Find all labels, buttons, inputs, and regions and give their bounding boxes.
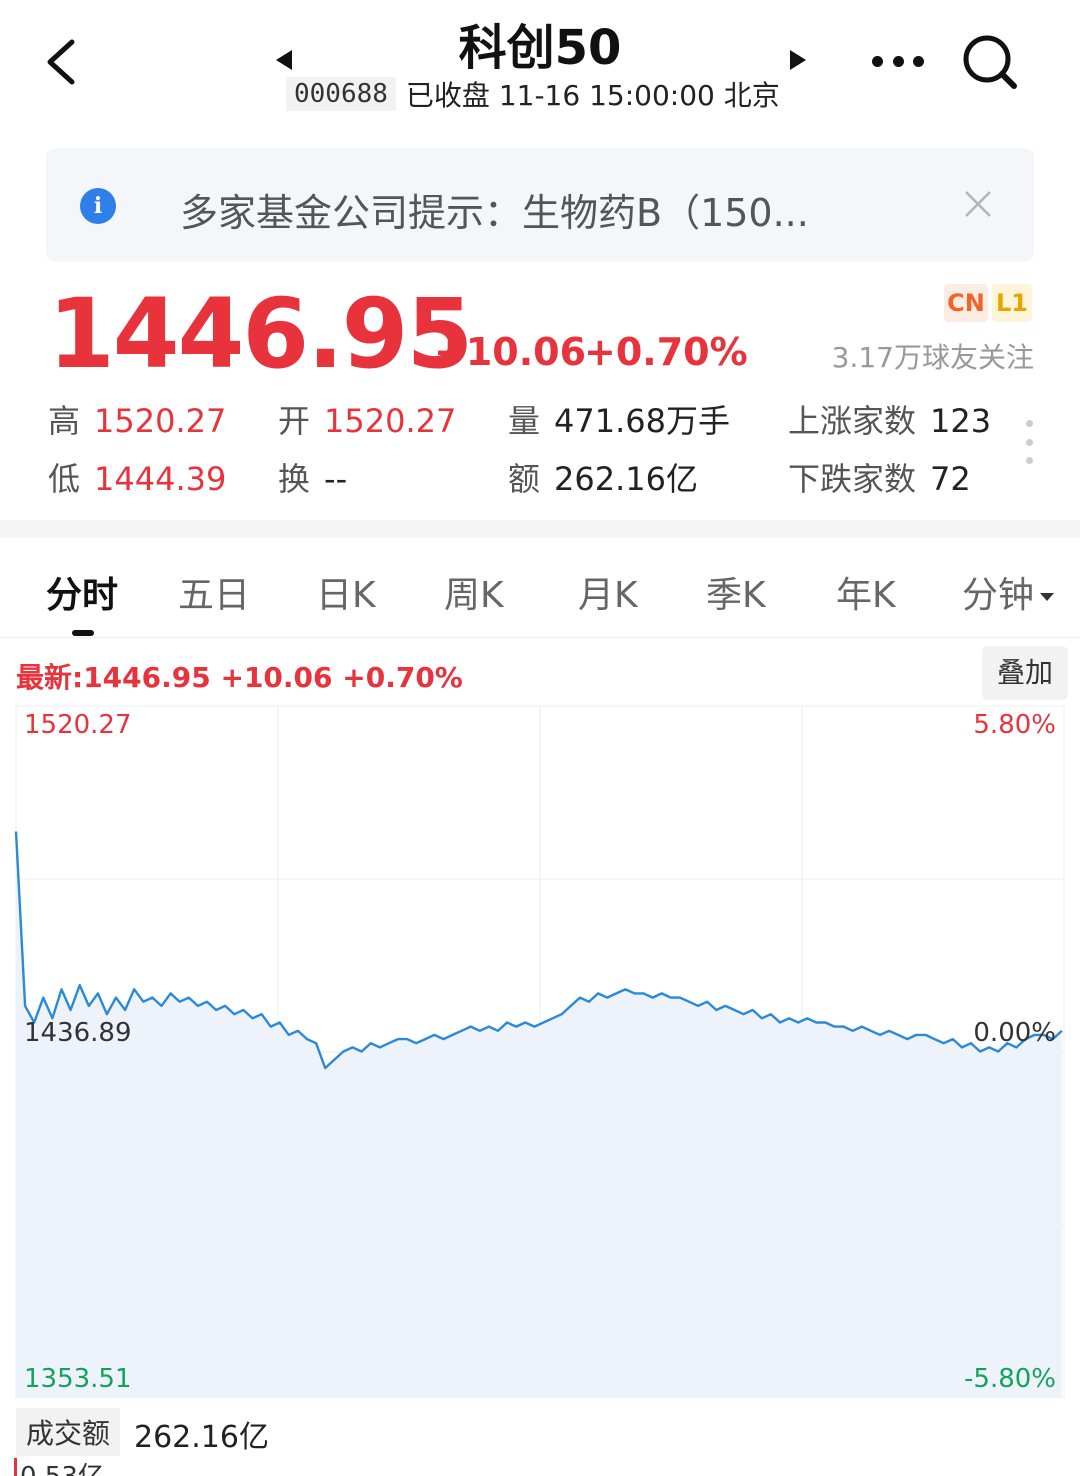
stat-volume: 量 471.68万手 <box>508 402 730 440</box>
tab-monthly-k[interactable]: 月K <box>578 566 638 618</box>
expand-stats-icon[interactable] <box>1024 420 1034 464</box>
overlay-button[interactable]: 叠加 <box>982 646 1068 700</box>
stock-code: 000688 <box>286 77 396 111</box>
y-axis-min-pct-label: -5.80% <box>964 1364 1056 1394</box>
close-icon[interactable] <box>960 186 996 222</box>
next-stock-arrow-icon[interactable] <box>790 50 806 70</box>
tab-yearly-k[interactable]: 年K <box>836 566 896 618</box>
tab-quarterly-k[interactable]: 季K <box>706 566 766 618</box>
tab-minute[interactable]: 分钟 <box>962 566 1055 618</box>
previous-stock-arrow-icon[interactable] <box>276 50 292 70</box>
active-tab-indicator <box>72 630 94 636</box>
notice-text[interactable]: 多家基金公司提示：生物药B（150... <box>180 182 809 237</box>
turnover-tag[interactable]: 成交额 <box>16 1408 121 1456</box>
y-axis-base-pct-label: 0.00% <box>973 1018 1056 1048</box>
stat-high: 高 1520.27 <box>48 402 227 440</box>
volume-chart-strip <box>0 1454 1080 1476</box>
market-status: 已收盘 11-16 15:00:00 北京 <box>405 79 780 112</box>
y-axis-max-pct-label: 5.80% <box>973 710 1056 740</box>
stat-amount: 额 262.16亿 <box>508 460 698 498</box>
tab-five-day[interactable]: 五日 <box>178 566 250 618</box>
turnover-value: 262.16亿 <box>134 1420 269 1455</box>
stat-fall-count: 下跌家数 72 <box>788 460 971 498</box>
level-tag-l1[interactable]: L1 <box>992 284 1032 322</box>
chart-period-tabs: 分时 五日 日K 周K 月K 季K 年K 分钟 <box>0 538 1080 638</box>
tab-intraday[interactable]: 分时 <box>46 566 118 618</box>
intraday-chart-svg <box>14 705 1065 1399</box>
stat-open: 开 1520.27 <box>278 402 457 440</box>
intraday-chart[interactable]: 1520.27 1436.89 1353.51 5.80% 0.00% -5.8… <box>0 704 1080 1399</box>
chart-latest-quote: 最新:1446.95 +10.06 +0.70% <box>16 661 463 694</box>
turnover-row: 成交额 262.16亿 <box>0 1404 1080 1456</box>
y-axis-min-label: 1353.51 <box>24 1364 132 1394</box>
top-bar: 科创50 000688 已收盘 11-16 15:00:00 北京 <box>0 0 1080 130</box>
back-arrow-icon[interactable] <box>40 36 84 88</box>
stock-title: 科创50 <box>458 20 622 76</box>
stat-turnover-rate: 换 -- <box>278 460 348 498</box>
section-divider <box>0 520 1080 538</box>
volume-bar-marker <box>14 1458 17 1476</box>
stat-rise-count: 上涨家数 123 <box>788 402 992 440</box>
y-axis-max-label: 1520.27 <box>24 710 132 740</box>
price-change: +10.06 <box>434 330 587 374</box>
search-icon[interactable] <box>960 32 1020 92</box>
price-change-percent: +0.70% <box>584 330 748 374</box>
volume-axis-label: 0.53亿 <box>20 1456 104 1476</box>
more-options-icon[interactable] <box>872 56 924 70</box>
price-area-fill <box>16 831 1062 1398</box>
info-icon: i <box>80 188 116 224</box>
stat-low: 低 1444.39 <box>48 460 227 498</box>
tab-daily-k[interactable]: 日K <box>316 566 376 618</box>
current-price: 1446.95 <box>48 278 473 390</box>
chevron-down-icon <box>1040 593 1055 601</box>
y-axis-base-label: 1436.89 <box>24 1018 132 1048</box>
tab-weekly-k[interactable]: 周K <box>444 566 504 618</box>
stock-status-line: 000688 已收盘 11-16 15:00:00 北京 <box>286 74 780 114</box>
followers-count: 3.17万球友关注 <box>831 341 1034 374</box>
market-tag-cn: CN <box>944 284 988 322</box>
